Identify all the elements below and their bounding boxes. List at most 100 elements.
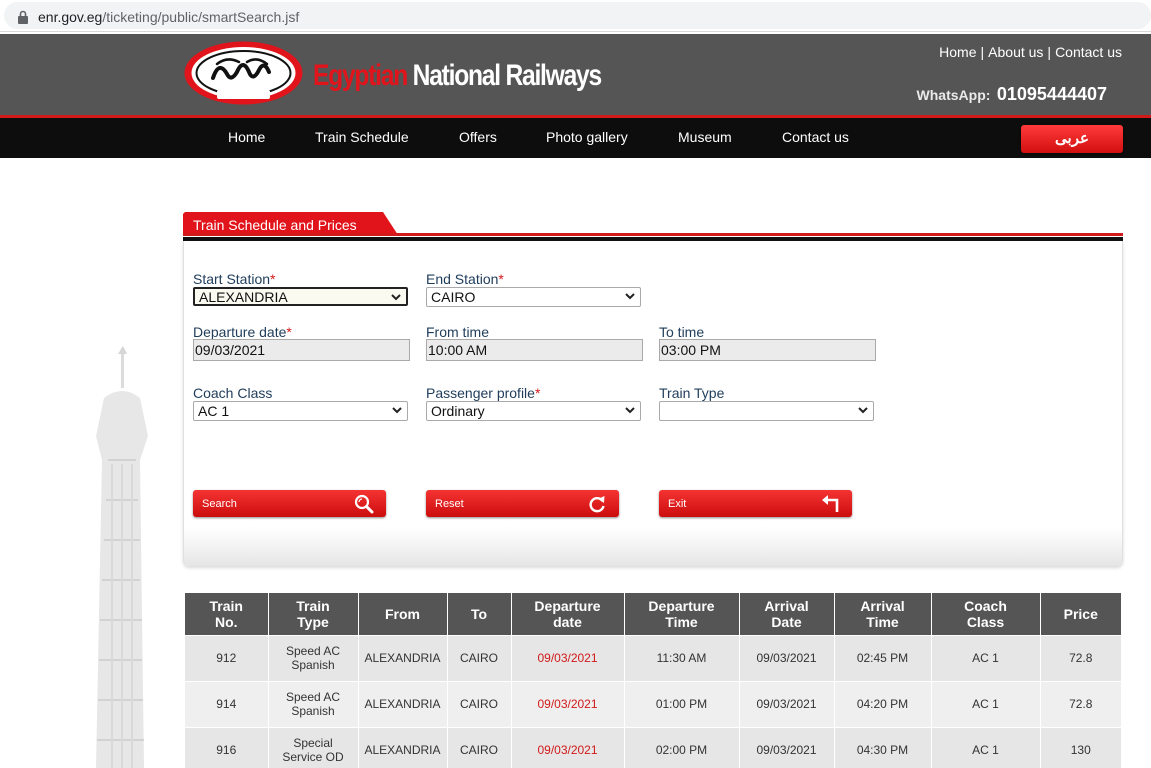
lock-icon xyxy=(18,10,28,24)
departure-date-label: Departure date* xyxy=(193,324,292,340)
cell-departure-time: 02:00 PM xyxy=(624,726,740,768)
cell-arrival-time: 04:20 PM xyxy=(834,680,932,727)
search-button-label: Search xyxy=(202,498,237,510)
cell-arrival-date: 09/03/2021 xyxy=(739,634,835,681)
train-type-select[interactable] xyxy=(659,401,874,421)
whatsapp-contact: WhatsApp: 01095444407 xyxy=(917,84,1107,105)
cell-arrival-time: 04:30 PM xyxy=(834,726,932,768)
required-marker: * xyxy=(270,271,276,287)
top-link-home[interactable]: Home xyxy=(939,44,976,60)
return-arrow-icon xyxy=(822,495,839,512)
cell-from: ALEXANDRIA xyxy=(358,726,448,768)
top-link-contact[interactable]: Contact us xyxy=(1055,44,1122,60)
panel-title: Train Schedule and Prices xyxy=(193,217,357,233)
search-icon xyxy=(354,494,374,514)
url-text: enr.gov.eg/ticketing/public/smartSearch.… xyxy=(38,9,299,25)
coach-class-label: Coach Class xyxy=(193,385,273,401)
from-time-input[interactable]: 10:00 AM xyxy=(426,339,643,361)
logo-word-egyptian: Egyptian xyxy=(313,59,408,92)
cell-to: CAIRO xyxy=(447,634,512,681)
reset-button-label: Reset xyxy=(435,498,464,510)
cell-train-no: 914 xyxy=(185,680,269,727)
arabic-language-button[interactable]: عربى xyxy=(1021,125,1123,153)
cell-departure-time: 11:30 AM xyxy=(624,634,740,681)
column-header-from[interactable]: From xyxy=(358,593,448,635)
column-header-train-no[interactable]: Train No. xyxy=(185,593,269,635)
cell-arrival-date: 09/03/2021 xyxy=(739,680,835,727)
train-type-label: Train Type xyxy=(659,385,725,401)
link-separator: | xyxy=(980,44,985,60)
column-header-departure-date[interactable]: Departure date xyxy=(511,593,625,635)
to-time-input[interactable]: 03:00 PM xyxy=(659,339,876,361)
table-header-row: Train No. Train Type From To Departure date… xyxy=(185,593,1121,635)
column-header-arrival-date[interactable]: Arrival Date xyxy=(739,593,835,635)
site-logo-text[interactable]: Egyptian National Railways xyxy=(313,59,602,93)
cell-to: CAIRO xyxy=(447,726,512,768)
cell-coach-class: AC 1 xyxy=(931,634,1041,681)
train-results-table: Train No. Train Type From To Departure date… xyxy=(185,593,1121,768)
nav-photo-gallery[interactable]: Photo gallery xyxy=(546,129,628,145)
nav-home[interactable]: Home xyxy=(228,129,265,145)
to-time-label: To time xyxy=(659,324,705,340)
cell-departure-date: 09/03/2021 xyxy=(511,726,625,768)
table-row[interactable]: 912 Speed AC Spanish ALEXANDRIA CAIRO 09/… xyxy=(185,634,1121,681)
end-station-select[interactable]: CAIRO xyxy=(426,287,641,307)
start-station-label: Start Station* xyxy=(193,271,276,287)
nav-train-schedule[interactable]: Train Schedule xyxy=(315,129,409,145)
panel-divider-red xyxy=(183,233,1123,236)
nav-museum[interactable]: Museum xyxy=(678,129,732,145)
chevron-down-icon xyxy=(858,407,868,414)
cell-price: 130 xyxy=(1040,726,1121,768)
chevron-down-icon xyxy=(391,294,401,301)
whatsapp-label: WhatsApp: xyxy=(916,87,991,103)
chevron-down-icon xyxy=(625,293,635,300)
whatsapp-number: 01095444407 xyxy=(996,84,1107,104)
end-station-label: End Station* xyxy=(426,271,504,287)
top-link-about[interactable]: About us xyxy=(988,44,1043,60)
chevron-down-icon xyxy=(392,407,402,414)
passenger-profile-value: Ordinary xyxy=(431,403,485,419)
nav-contact-us[interactable]: Contact us xyxy=(782,129,849,145)
column-header-train-type[interactable]: Train Type xyxy=(268,593,359,635)
column-header-arrival-time[interactable]: Arrival Time xyxy=(834,593,932,635)
cell-departure-time: 01:00 PM xyxy=(624,680,740,727)
nav-offers[interactable]: Offers xyxy=(459,129,497,145)
coach-class-select[interactable]: AC 1 xyxy=(193,401,408,421)
url-field[interactable]: enr.gov.eg/ticketing/public/smartSearch.… xyxy=(4,2,1151,29)
start-station-select[interactable]: ALEXANDRIA xyxy=(193,287,408,306)
cell-train-no: 912 xyxy=(185,634,269,681)
table-row[interactable]: 914 Speed AC Spanish ALEXANDRIA CAIRO 09/… xyxy=(185,680,1121,727)
departure-date-input[interactable]: 09/03/2021 xyxy=(193,339,410,361)
column-header-to[interactable]: To xyxy=(447,593,512,635)
cell-from: ALEXANDRIA xyxy=(358,680,448,727)
passenger-profile-select[interactable]: Ordinary xyxy=(426,401,641,421)
cell-coach-class: AC 1 xyxy=(931,680,1041,727)
end-station-value: CAIRO xyxy=(431,289,476,305)
cairo-tower-watermark xyxy=(96,346,148,768)
required-marker: * xyxy=(534,385,541,401)
link-separator: | xyxy=(1047,44,1052,60)
browser-address-bar: enr.gov.eg/ticketing/public/smartSearch.… xyxy=(0,0,1151,32)
exit-button[interactable]: Exit xyxy=(659,490,852,517)
cell-from: ALEXANDRIA xyxy=(358,634,448,681)
exit-button-label: Exit xyxy=(668,498,687,510)
url-host: enr.gov.eg xyxy=(38,9,103,25)
refresh-icon xyxy=(589,496,605,513)
cell-price: 72.8 xyxy=(1040,680,1121,727)
column-header-coach-class[interactable]: Coach Class xyxy=(931,593,1041,635)
url-path: /ticketing/public/smartSearch.jsf xyxy=(102,9,300,25)
passenger-profile-label: Passenger profile* xyxy=(426,385,541,401)
cell-train-type: Special Service OD xyxy=(268,726,359,768)
table-row[interactable]: 916 Special Service OD ALEXANDRIA CAIRO 0… xyxy=(185,726,1121,768)
start-station-value: ALEXANDRIA xyxy=(199,289,288,305)
search-button[interactable]: Search xyxy=(193,490,386,517)
cell-departure-date: 09/03/2021 xyxy=(511,634,625,681)
column-header-price[interactable]: Price xyxy=(1040,593,1121,635)
reset-button[interactable]: Reset xyxy=(426,490,619,517)
cell-coach-class: AC 1 xyxy=(931,726,1041,768)
logo-word-national-railways: National Railways xyxy=(412,59,602,92)
railway-emblem-logo[interactable] xyxy=(183,40,304,106)
cell-train-type: Speed AC Spanish xyxy=(268,680,359,727)
cell-price: 72.8 xyxy=(1040,634,1121,681)
column-header-departure-time[interactable]: Departure Time xyxy=(624,593,740,635)
